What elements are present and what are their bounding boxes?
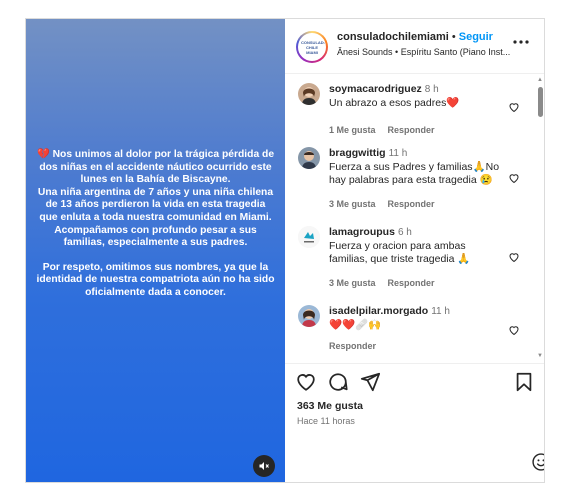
more-options-button[interactable] — [512, 36, 534, 52]
comment-body: isadelpilar.morgado 11 h ❤️❤️🩹🙌 — [329, 305, 504, 332]
like-comment-button[interactable] — [508, 323, 520, 336]
man-avatar-icon — [298, 147, 320, 169]
comments-list: soymacarodriguez 8 h Un abrazo a esos pad… — [285, 75, 544, 363]
follow-button[interactable]: Seguir — [459, 31, 493, 43]
separator-dot: • — [451, 31, 456, 43]
more-options-icon — [513, 40, 529, 44]
scrollbar-thumb[interactable] — [538, 87, 543, 117]
heart-outline-icon — [509, 326, 519, 336]
comment-actions: 3 Me gusta Responder — [329, 199, 447, 209]
likes-count[interactable]: 363 Me gusta — [297, 400, 363, 412]
comment-time[interactable]: 11 h — [431, 306, 450, 317]
reply-button[interactable]: Responder — [329, 341, 376, 351]
commenter-avatar[interactable] — [298, 147, 320, 169]
comment-likes[interactable]: 3 Me gusta — [329, 199, 376, 209]
reply-button[interactable]: Responder — [388, 278, 435, 288]
comment-text: Fuerza y oracion para ambas familias, qu… — [329, 239, 471, 266]
share-button[interactable] — [359, 371, 381, 393]
woman-avatar-icon — [298, 305, 320, 327]
speaker-muted-icon — [259, 462, 269, 470]
reply-button[interactable]: Responder — [388, 199, 435, 209]
mute-button[interactable] — [253, 455, 275, 477]
comments-scrollbar[interactable]: ▲ ▼ — [535, 75, 544, 363]
comment-likes[interactable]: 1 Me gusta — [329, 125, 376, 135]
comment-body: lamagroupus 6 h Fuerza y oracion para amb… — [329, 226, 504, 267]
account-avatar[interactable]: CONSULADO CHILE MIAMI — [296, 31, 328, 63]
comment-actions: 3 Me gusta Responder — [329, 278, 447, 288]
emoji-smiley-icon — [532, 453, 544, 471]
commenter-avatar[interactable] — [298, 226, 320, 248]
comment-actions: Responder — [329, 341, 388, 351]
bookmark-icon — [516, 372, 532, 392]
comment-username[interactable]: isadelpilar.morgado — [329, 305, 428, 317]
comment-actions: 1 Me gusta Responder — [329, 125, 447, 135]
comment-time[interactable]: 6 h — [398, 227, 412, 238]
post-paragraph-1: 💔 Nos unimos al dolor por la trágica pér… — [36, 149, 275, 249]
emoji-button[interactable] — [531, 452, 544, 472]
post-media[interactable]: 💔 Nos unimos al dolor por la trágica pér… — [26, 19, 285, 482]
divider — [285, 363, 544, 364]
comment-button[interactable] — [327, 371, 349, 393]
comment-username[interactable]: lamagroupus — [329, 226, 395, 238]
comment-body: braggwittig 11 h Fuerza a sus Padres y fa… — [329, 147, 504, 188]
post-header: CONSULADO CHILE MIAMI consuladochilemiam… — [285, 19, 544, 74]
post-dialog: 💔 Nos unimos al dolor por la trágica pér… — [25, 18, 545, 483]
header-title-row: consuladochilemiami • Seguir — [337, 31, 493, 43]
comment-text: Un abrazo a esos padres❤️ — [329, 96, 460, 109]
post-actions — [285, 371, 544, 397]
scroll-down-arrow-icon[interactable]: ▼ — [537, 353, 543, 359]
comment-username[interactable]: soymacarodriguez — [329, 83, 422, 95]
save-button[interactable] — [513, 371, 535, 393]
commenter-avatar[interactable] — [298, 83, 320, 105]
comment-username[interactable]: braggwittig — [329, 147, 386, 159]
comment-body: soymacarodriguez 8 h Un abrazo a esos pad… — [329, 83, 504, 110]
account-username[interactable]: consuladochilemiami — [337, 31, 449, 43]
post-caption-overlay: 💔 Nos unimos al dolor por la trágica pér… — [36, 149, 275, 312]
brand-logo-icon — [298, 226, 320, 248]
paper-plane-icon — [360, 372, 381, 392]
heart-outline-icon — [509, 253, 519, 263]
reply-button[interactable]: Responder — [388, 125, 435, 135]
comment-text: Fuerza a sus Padres y familias🙏No hay pa… — [329, 160, 500, 187]
avatar-text: CONSULADO CHILE MIAMI — [301, 39, 326, 55]
comment-bubble-icon — [329, 373, 348, 391]
heart-icon — [297, 374, 315, 391]
post-paragraph-2: Por respeto, omitimos sus nombres, ya qu… — [36, 261, 275, 298]
like-button[interactable] — [295, 371, 317, 393]
post-timestamp[interactable]: Hace 11 horas — [297, 416, 355, 426]
heart-outline-icon — [509, 174, 519, 184]
like-comment-button[interactable] — [508, 171, 520, 184]
like-comment-button[interactable] — [508, 250, 520, 263]
like-comment-button[interactable] — [508, 100, 520, 113]
woman-avatar-icon — [298, 83, 320, 105]
scroll-up-arrow-icon[interactable]: ▲ — [537, 77, 543, 83]
comment-text: ❤️❤️🩹🙌 — [329, 318, 382, 331]
comment-time[interactable]: 11 h — [389, 148, 408, 159]
audio-track[interactable]: Ânesi Sounds • Espíritu Santo (Piano Ins… — [337, 47, 512, 57]
comment-likes[interactable]: 3 Me gusta — [329, 278, 376, 288]
commenter-avatar[interactable] — [298, 305, 320, 327]
side-panel: CONSULADO CHILE MIAMI consuladochilemiam… — [285, 19, 544, 482]
comment-time[interactable]: 8 h — [425, 84, 439, 95]
heart-outline-icon — [509, 103, 519, 113]
